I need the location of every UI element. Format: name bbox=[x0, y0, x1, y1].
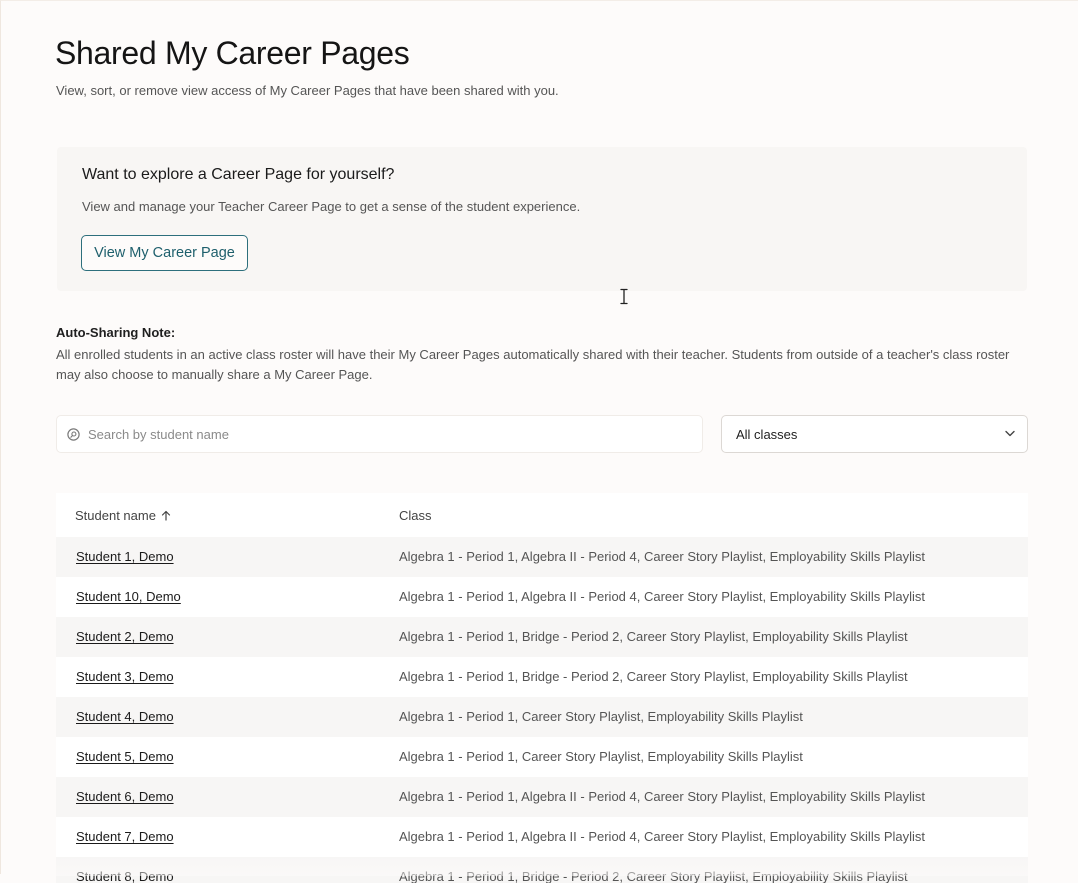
shared-pages-table: Student name Class Student 1, Demo Algeb… bbox=[56, 493, 1028, 883]
search-icon bbox=[67, 428, 80, 441]
page-subtitle: View, sort, or remove view access of My … bbox=[56, 83, 559, 98]
class-cell: Algebra 1 - Period 1, Career Story Playl… bbox=[399, 709, 803, 724]
class-cell: Algebra 1 - Period 1, Algebra II - Perio… bbox=[399, 829, 925, 844]
table-row: Student 10, Demo Algebra 1 - Period 1, A… bbox=[56, 577, 1028, 617]
student-name-link[interactable]: Student 4, Demo bbox=[76, 709, 174, 724]
table-row: Student 6, Demo Algebra 1 - Period 1, Al… bbox=[56, 777, 1028, 817]
student-name-link[interactable]: Student 3, Demo bbox=[76, 669, 174, 684]
sort-arrow-up-icon[interactable] bbox=[161, 510, 171, 521]
table-row: Student 3, Demo Algebra 1 - Period 1, Br… bbox=[56, 657, 1028, 697]
student-name-link[interactable]: Student 2, Demo bbox=[76, 629, 174, 644]
table-row: Student 8, Demo Algebra 1 - Period 1, Br… bbox=[56, 857, 1028, 883]
view-my-career-page-button[interactable]: View My Career Page bbox=[81, 235, 248, 271]
class-filter-select[interactable]: All classes bbox=[721, 415, 1028, 453]
student-name-link[interactable]: Student 10, Demo bbox=[76, 589, 181, 604]
table-row: Student 5, Demo Algebra 1 - Period 1, Ca… bbox=[56, 737, 1028, 777]
class-cell: Algebra 1 - Period 1, Algebra II - Perio… bbox=[399, 589, 925, 604]
auto-sharing-note-heading: Auto-Sharing Note: bbox=[56, 325, 176, 340]
class-cell: Algebra 1 - Period 1, Bridge - Period 2,… bbox=[399, 669, 908, 684]
class-cell: Algebra 1 - Period 1, Career Story Playl… bbox=[399, 749, 803, 764]
promo-text: View and manage your Teacher Career Page… bbox=[82, 199, 581, 214]
student-search-input[interactable] bbox=[88, 416, 688, 452]
student-name-link[interactable]: Student 8, Demo bbox=[76, 869, 174, 883]
class-cell: Algebra 1 - Period 1, Bridge - Period 2,… bbox=[399, 629, 908, 644]
student-name-link[interactable]: Student 1, Demo bbox=[76, 549, 174, 564]
student-name-link[interactable]: Student 5, Demo bbox=[76, 749, 174, 764]
column-header-class: Class bbox=[399, 508, 432, 523]
page-title: Shared My Career Pages bbox=[55, 35, 410, 71]
search-box[interactable] bbox=[56, 415, 703, 453]
student-name-link[interactable]: Student 7, Demo bbox=[76, 829, 174, 844]
student-name-link[interactable]: Student 6, Demo bbox=[76, 789, 174, 804]
chevron-down-icon bbox=[1005, 430, 1015, 437]
class-cell: Algebra 1 - Period 1, Algebra II - Perio… bbox=[399, 789, 925, 804]
class-cell: Algebra 1 - Period 1, Algebra II - Perio… bbox=[399, 549, 925, 564]
career-page-promo-card: Want to explore a Career Page for yourse… bbox=[57, 147, 1027, 291]
auto-sharing-note-body: All enrolled students in an active class… bbox=[56, 347, 1010, 382]
promo-title: Want to explore a Career Page for yourse… bbox=[82, 166, 395, 183]
table-row: Student 4, Demo Algebra 1 - Period 1, Ca… bbox=[56, 697, 1028, 737]
class-cell: Algebra 1 - Period 1, Bridge - Period 2,… bbox=[399, 869, 908, 883]
table-row: Student 2, Demo Algebra 1 - Period 1, Br… bbox=[56, 617, 1028, 657]
table-header: Student name Class bbox=[56, 493, 1028, 537]
text-cursor-icon bbox=[620, 288, 628, 305]
class-filter-value: All classes bbox=[736, 427, 798, 442]
table-row: Student 1, Demo Algebra 1 - Period 1, Al… bbox=[56, 537, 1028, 577]
table-row: Student 7, Demo Algebra 1 - Period 1, Al… bbox=[56, 817, 1028, 857]
column-header-student-name[interactable]: Student name bbox=[75, 508, 171, 523]
column-header-student-name-label: Student name bbox=[75, 508, 156, 523]
